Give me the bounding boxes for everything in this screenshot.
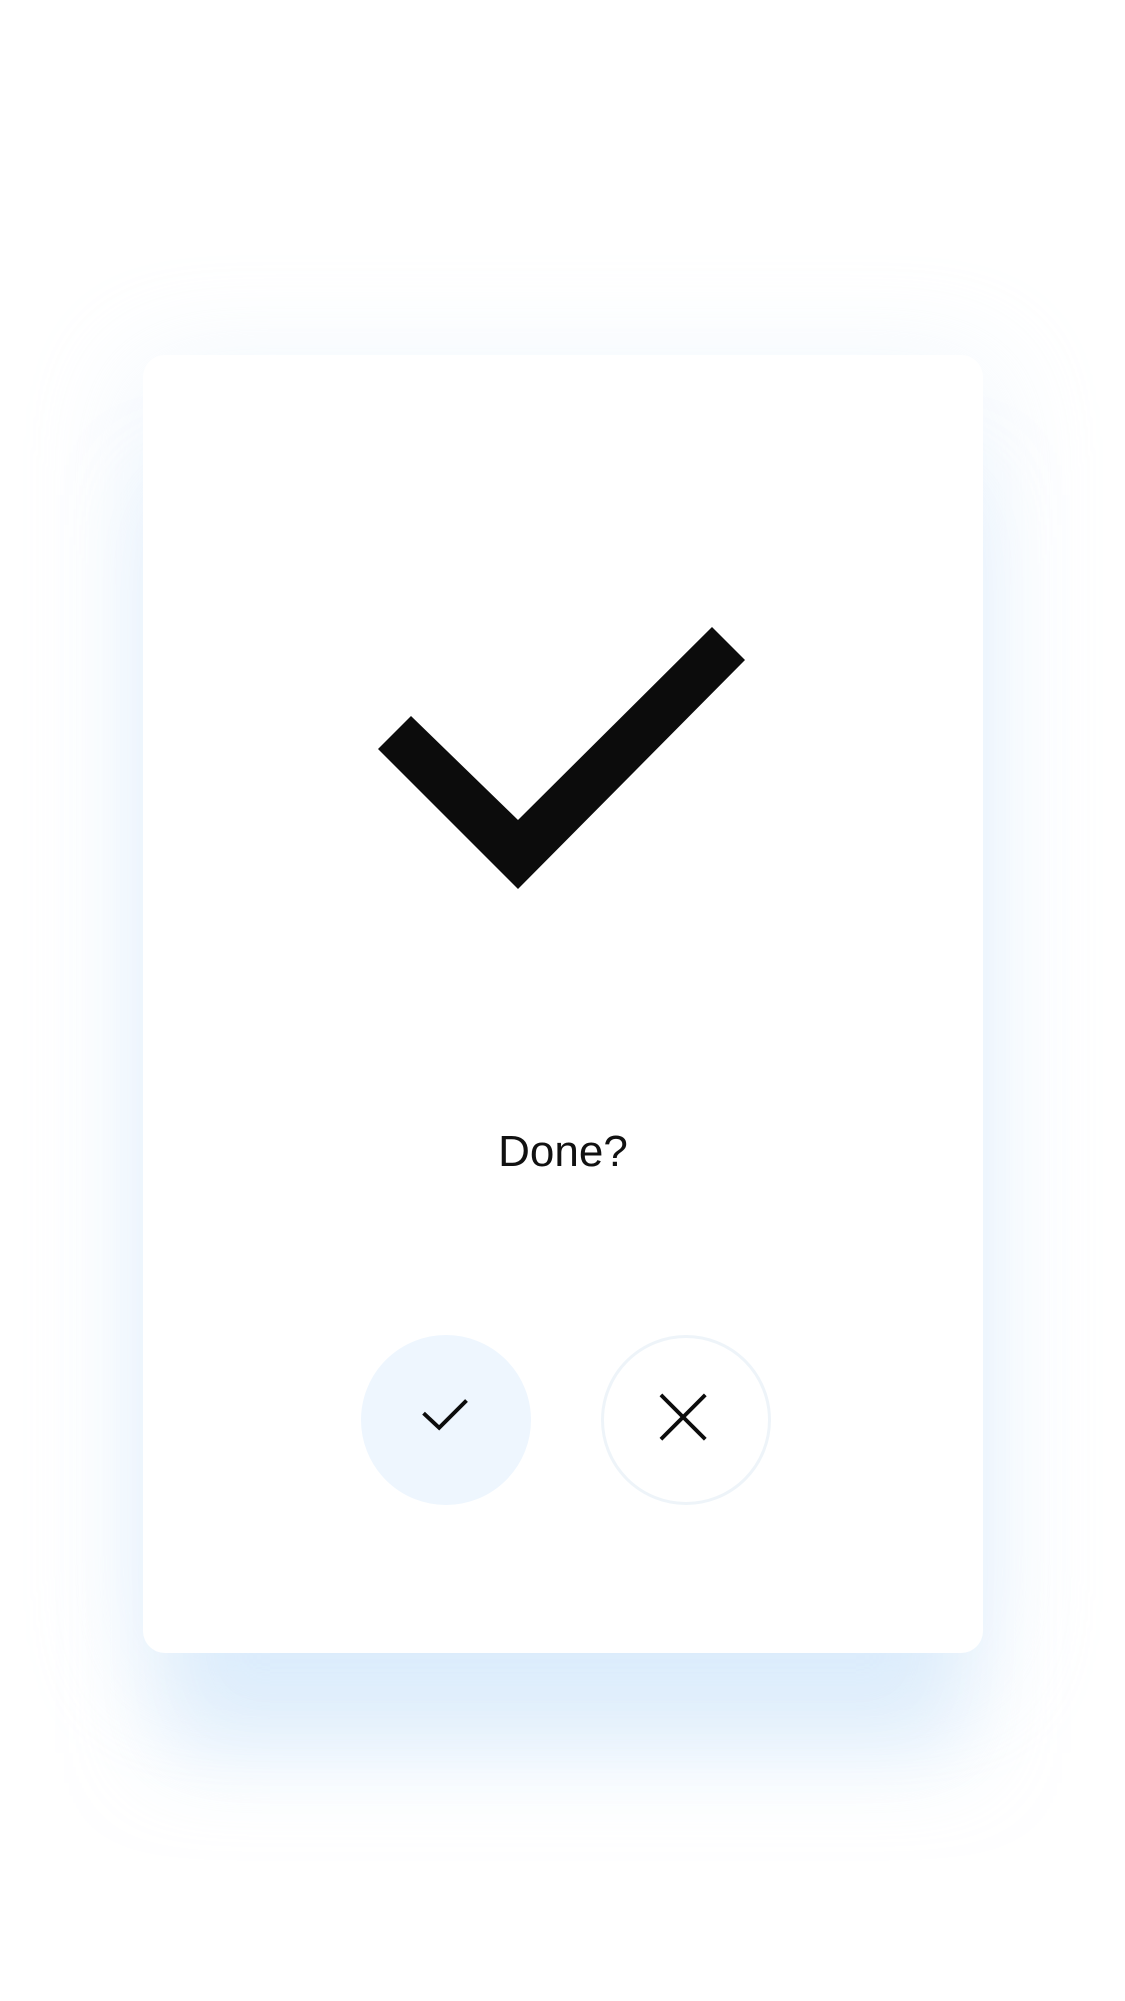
confirmation-card: Done? <box>143 355 983 1653</box>
screen: Done? <box>0 0 1125 2001</box>
prompt-text: Done? <box>498 1127 628 1176</box>
cancel-button[interactable] <box>601 1335 771 1505</box>
close-icon <box>659 1393 707 1441</box>
confirm-button[interactable] <box>361 1335 531 1505</box>
check-icon <box>422 1399 468 1431</box>
large-check-icon <box>378 627 748 897</box>
